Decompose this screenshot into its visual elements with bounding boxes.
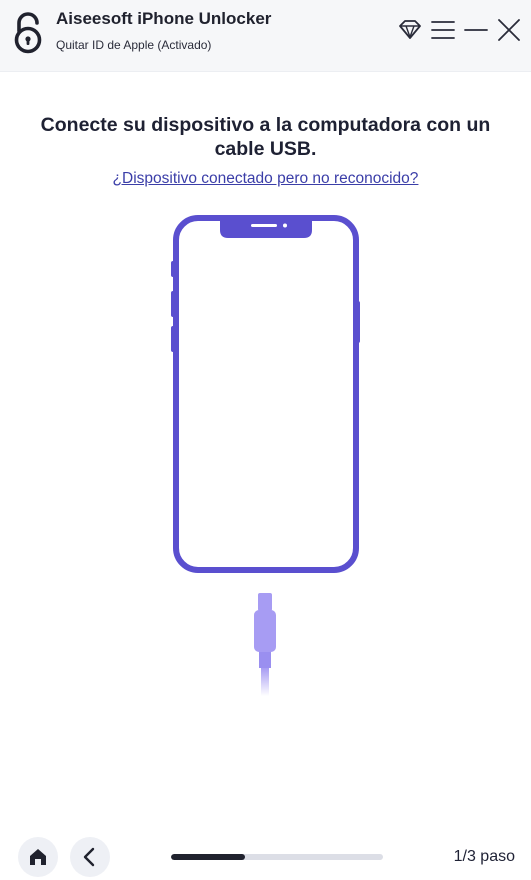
minimize-icon	[464, 29, 488, 31]
step-progress-bar	[171, 854, 383, 860]
app-title: Aiseesoft iPhone Unlocker	[56, 9, 272, 28]
phone-cable-illustration	[171, 215, 360, 696]
back-button[interactable]	[70, 837, 110, 877]
app-mode-label: Quitar ID de Apple (Activado)	[56, 38, 212, 52]
minimize-button[interactable]	[463, 16, 491, 44]
close-button[interactable]	[495, 16, 523, 44]
premium-button[interactable]	[396, 16, 424, 44]
padlock-logo-icon	[14, 12, 42, 54]
device-not-recognized-link[interactable]: ¿Dispositivo conectado pero no reconocid…	[0, 170, 531, 188]
diamond-icon	[399, 20, 421, 39]
home-icon	[30, 849, 46, 865]
step-counter: 1/3 paso	[453, 848, 515, 865]
home-button[interactable]	[18, 837, 58, 877]
phone-outline-icon	[171, 215, 360, 573]
close-icon	[498, 19, 520, 41]
chevron-left-icon	[83, 847, 95, 867]
usb-cable-icon	[254, 593, 276, 696]
hamburger-menu-icon	[431, 21, 455, 39]
connect-instruction: Conecte su dispositivo a la computadora …	[40, 114, 491, 160]
step-progress-fill	[171, 854, 246, 860]
menu-button[interactable]	[429, 16, 457, 44]
title-bar: Aiseesoft iPhone Unlocker Quitar ID de A…	[0, 0, 531, 72]
